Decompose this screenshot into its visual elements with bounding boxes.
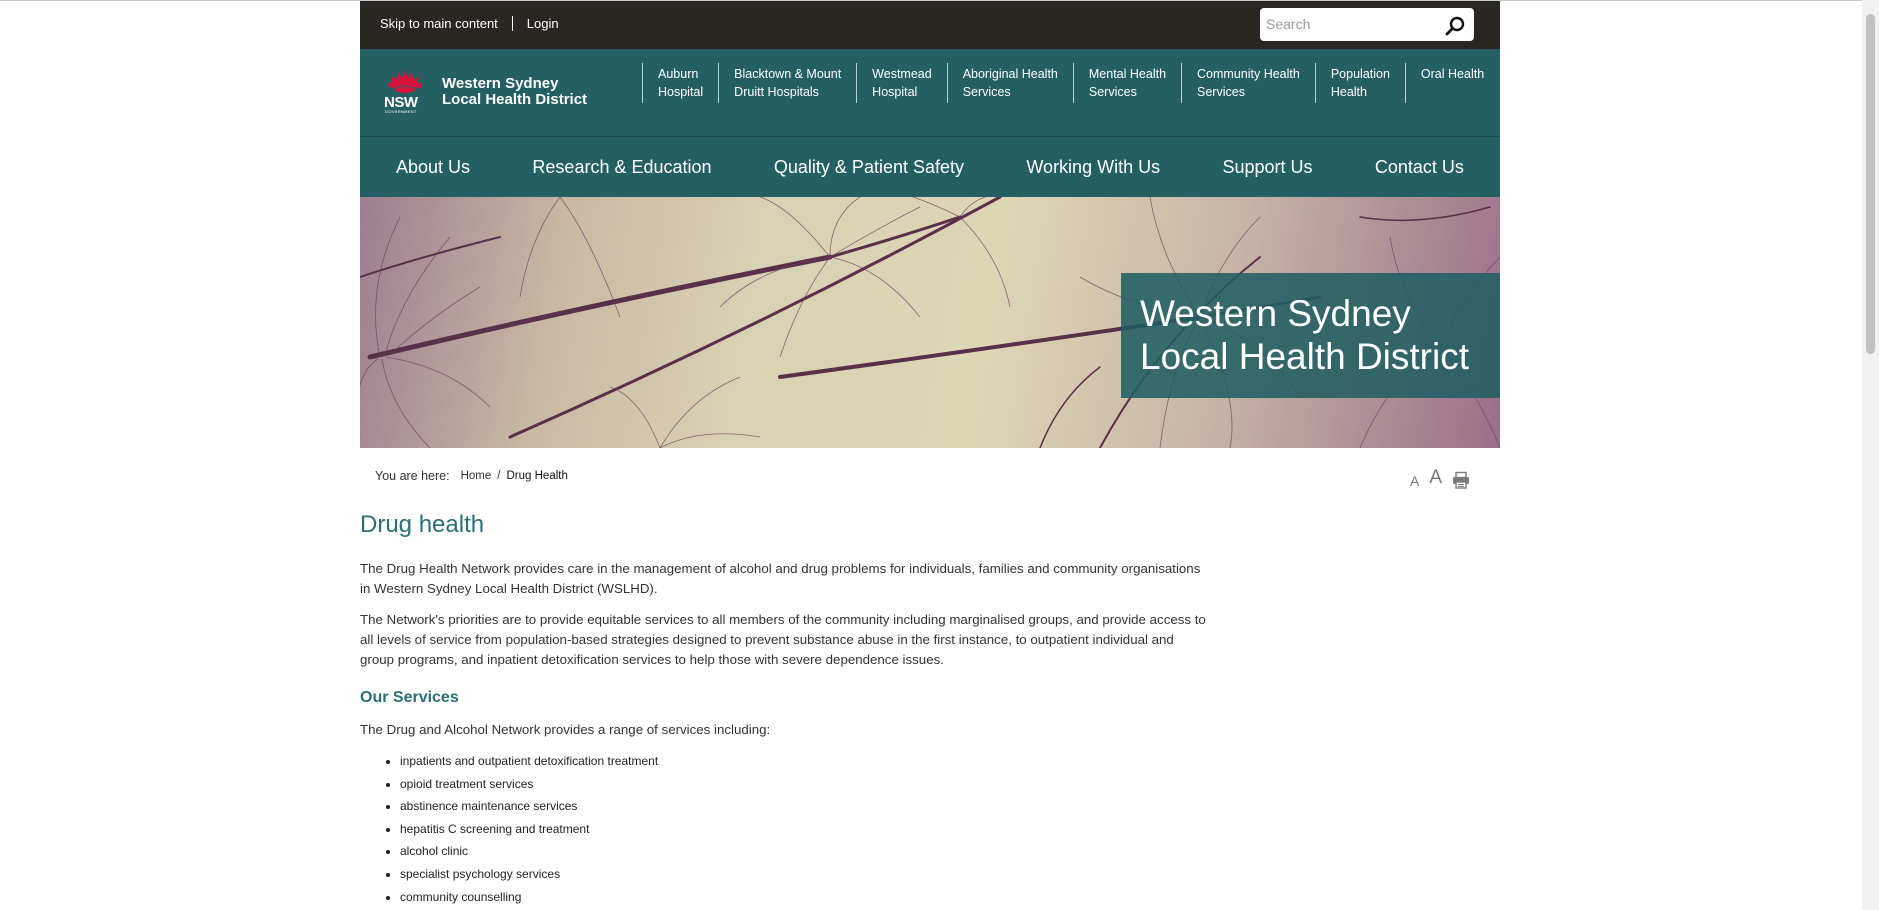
facility-link-westmead[interactable]: Westmead Hospital xyxy=(856,63,947,103)
breadcrumb-home-link[interactable]: Home xyxy=(461,470,492,482)
facility-nav: Auburn Hospital Blacktown & Mount Druitt… xyxy=(642,63,1499,103)
facility-label: Auburn xyxy=(658,67,699,81)
search-icon[interactable] xyxy=(1444,15,1466,37)
intro-paragraph: The Drug Health Network provides care in… xyxy=(360,561,1201,596)
services-list: inpatients and outpatient detoxification… xyxy=(360,750,658,908)
site-header: NSW GOVERNMENT Western Sydney Local Heal… xyxy=(360,49,1500,137)
facility-label: Population xyxy=(1330,67,1390,81)
priorities-paragraph: The Network's priorities are to provide … xyxy=(360,612,1206,667)
skip-to-main-link[interactable]: Skip to main content xyxy=(380,16,498,31)
breadcrumb-current: Drug Health xyxy=(506,470,568,482)
utility-bar: Skip to main content Login xyxy=(360,1,1500,49)
facility-link-auburn[interactable]: Auburn Hospital xyxy=(642,63,718,103)
breadcrumb-label: You are here: xyxy=(375,469,450,483)
utility-separator xyxy=(511,16,513,31)
increase-text-size-button[interactable]: A xyxy=(1429,467,1442,489)
facility-label: Services xyxy=(962,85,1011,99)
nav-contact-us[interactable]: Contact Us xyxy=(1375,157,1464,178)
breadcrumb-row: You are here: Home / Drug Health A A xyxy=(360,448,1500,508)
facility-label: Community Health xyxy=(1197,67,1300,81)
facility-link-blacktown[interactable]: Blacktown & Mount Druitt Hospitals xyxy=(718,63,856,103)
list-item: alcohol clinic xyxy=(400,840,658,863)
facility-link-community-health[interactable]: Community Health Services xyxy=(1181,63,1315,103)
facility-label: Druitt Hospitals xyxy=(734,85,819,99)
facility-link-mental-health[interactable]: Mental Health Services xyxy=(1072,63,1181,103)
nav-support-us[interactable]: Support Us xyxy=(1222,157,1312,178)
facility-label: Blacktown & Mount xyxy=(734,67,842,81)
nav-quality-patient-safety[interactable]: Quality & Patient Safety xyxy=(774,157,964,178)
page-scrollbar[interactable] xyxy=(1862,0,1879,910)
list-item: specialist psychology services xyxy=(400,863,658,886)
facility-label: Westmead xyxy=(872,67,932,81)
nav-research-education[interactable]: Research & Education xyxy=(532,157,711,178)
hero-title-line1: Western Sydney xyxy=(1140,293,1411,334)
breadcrumb-separator: / xyxy=(497,470,501,482)
district-name: Western Sydney Local Health District xyxy=(442,76,587,108)
breadcrumb: You are here: Home / Drug Health xyxy=(375,469,568,483)
district-name-line1: Western Sydney xyxy=(442,75,559,92)
main-content: Drug health The Drug Health Network prov… xyxy=(360,510,1210,904)
services-heading: Our Services xyxy=(360,689,459,706)
district-name-line2: Local Health District xyxy=(442,91,588,108)
list-item: community counselling xyxy=(400,886,658,909)
facility-label: Oral Health xyxy=(1420,67,1485,81)
services-intro: The Drug and Alcohol Network provides a … xyxy=(360,722,771,737)
facility-label: Mental Health xyxy=(1088,67,1167,81)
decrease-text-size-button[interactable]: A xyxy=(1410,473,1419,489)
main-nav: About Us Research & Education Quality & … xyxy=(360,137,1500,197)
government-wordmark: GOVERNMENT xyxy=(385,109,417,114)
facility-label: Health xyxy=(1330,85,1367,99)
list-item: abstinence maintenance services xyxy=(400,795,658,818)
search-box xyxy=(1260,8,1474,41)
utility-links: Skip to main content Login xyxy=(380,16,559,31)
waratah-icon xyxy=(388,70,422,93)
nsw-waratah-logo: NSW GOVERNMENT xyxy=(384,69,426,115)
search-input[interactable] xyxy=(1266,16,1436,32)
site-logo[interactable]: NSW GOVERNMENT Western Sydney Local Heal… xyxy=(384,69,587,115)
list-item: opioid treatment services xyxy=(400,773,658,796)
scrollbar-thumb[interactable] xyxy=(1866,14,1875,354)
facility-label: Hospital xyxy=(658,85,704,99)
facility-label: Services xyxy=(1088,85,1137,99)
facility-label: Services xyxy=(1197,85,1245,99)
page-wrapper: Skip to main content Login Search NSW GO… xyxy=(360,1,1500,508)
facility-label: Hospital xyxy=(872,85,918,99)
facility-label: Aboriginal Health xyxy=(962,67,1058,81)
hero-title-line2: Local Health District xyxy=(1140,336,1470,377)
facility-link-aboriginal-health[interactable]: Aboriginal Health Services xyxy=(946,63,1073,103)
hero-title-panel: Western Sydney Local Health District xyxy=(1121,273,1500,398)
print-icon[interactable] xyxy=(1452,471,1470,489)
facility-link-population-health[interactable]: Population Health xyxy=(1314,63,1405,103)
nav-working-with-us[interactable]: Working With Us xyxy=(1026,157,1160,178)
nav-about-us[interactable]: About Us xyxy=(396,157,470,178)
login-link[interactable]: Login xyxy=(527,16,559,31)
hero-banner: Western Sydney Local Health District xyxy=(360,197,1500,448)
page-title: Drug health xyxy=(360,511,485,538)
page-tools: A A xyxy=(1410,467,1470,489)
list-item: inpatients and outpatient detoxification… xyxy=(400,750,658,773)
hero-title: Western Sydney Local Health District xyxy=(1140,292,1469,378)
list-item: hepatitis C screening and treatment xyxy=(400,818,658,841)
facility-link-oral-health[interactable]: Oral Health xyxy=(1404,63,1499,103)
